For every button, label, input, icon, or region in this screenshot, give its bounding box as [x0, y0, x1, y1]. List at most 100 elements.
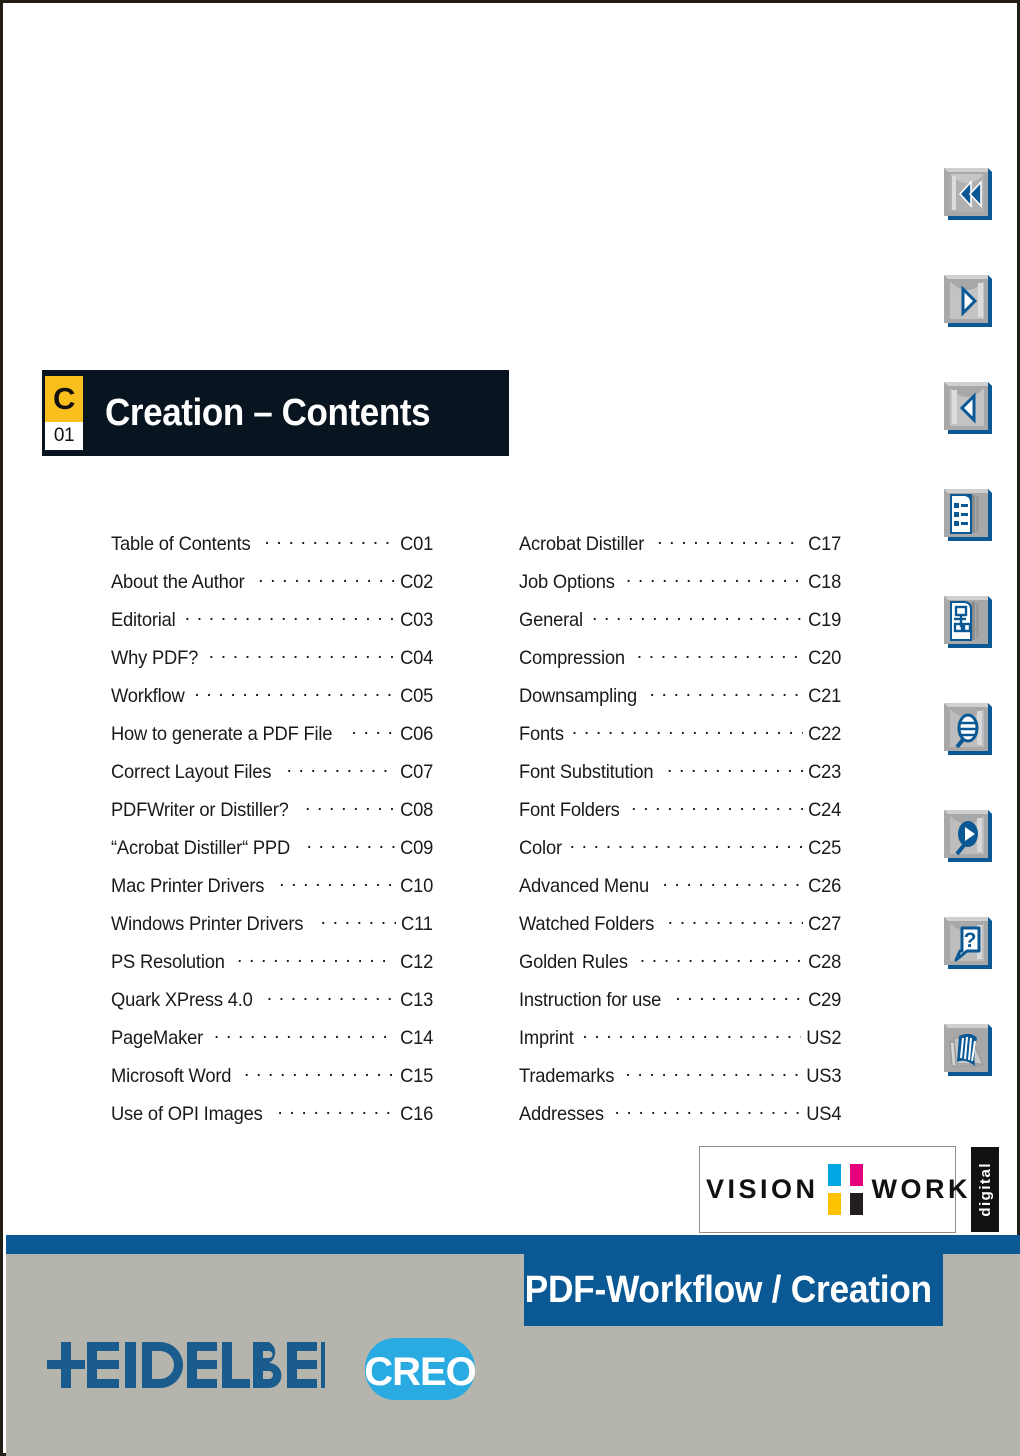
toc-entry[interactable]: Table of Contents C01 [111, 530, 433, 568]
toc-entry[interactable]: Color C25 [519, 834, 841, 872]
toc-entry-page: C01 [399, 532, 433, 555]
toc-entry-page: C18 [807, 570, 841, 593]
toc-entry-label: PDFWriter or Distiller? [111, 798, 289, 821]
toc-entry[interactable]: Compression C20 [519, 644, 841, 682]
toc-dot-leader [286, 758, 394, 778]
toc-entry-page: C25 [807, 836, 841, 859]
toc-entry-label: Correct Layout Files [111, 760, 272, 783]
toc-entry[interactable]: Addresses US4 [519, 1100, 841, 1138]
svg-text:CREO: CREO [364, 1350, 476, 1394]
visionwork-word-left: VISION [706, 1174, 819, 1204]
toc-dot-leader [321, 910, 397, 930]
toc-entry[interactable]: Font Folders C24 [519, 796, 841, 834]
toc-entry-label: Why PDF? [111, 646, 199, 669]
toc-entry-page: C23 [807, 760, 841, 783]
chapter-letter: C [45, 376, 83, 422]
toc-entry[interactable]: Quark XPress 4.0 C13 [111, 986, 433, 1024]
toc-entry[interactable]: Use of OPI Images C16 [111, 1100, 433, 1138]
toc-entry[interactable]: Correct Layout Files C07 [111, 758, 433, 796]
toc-dot-leader [631, 796, 803, 816]
search-again-icon[interactable] [941, 808, 993, 864]
toc-dot-leader [667, 758, 803, 778]
creo-logo: CREO [363, 1335, 477, 1403]
cmyk-dots [827, 1164, 863, 1215]
toc-dot-leader [214, 1024, 395, 1044]
toc-entry[interactable]: Font Substitution C23 [519, 758, 841, 796]
toc-entry[interactable]: Acrobat Distiller C17 [519, 530, 841, 568]
toc-entry-page: C26 [807, 874, 841, 897]
toc-entry-label: Editorial [111, 608, 176, 631]
toc-entry[interactable]: Trademarks US3 [519, 1062, 841, 1100]
toc-dot-leader [264, 530, 394, 550]
toc-dot-leader [277, 1100, 394, 1120]
toc-entry[interactable]: Golden Rules C28 [519, 948, 841, 986]
document-structure-icon[interactable] [941, 594, 993, 650]
toc-entry-label: Workflow [111, 684, 185, 707]
toc-entry-page: US4 [805, 1102, 841, 1125]
toc-entry-page: C04 [399, 646, 433, 669]
toc-entry-label: Windows Printer Drivers [111, 912, 304, 935]
toc-entry[interactable]: Microsoft Word C15 [111, 1062, 433, 1100]
toc-entry[interactable]: Advanced Menu C26 [519, 872, 841, 910]
visionwork-word-right: WORK [871, 1174, 972, 1204]
toc-entry[interactable]: Fonts C22 [519, 720, 841, 758]
toc-dot-leader [675, 986, 803, 1006]
toc-dot-leader [306, 834, 394, 854]
navigation-rail: ? [941, 166, 1001, 1129]
pages-overview-icon[interactable] [941, 1022, 993, 1078]
cmyk-dot-cyan [827, 1164, 841, 1186]
toc-entry-page: C29 [807, 988, 841, 1011]
toc-entry-label: General [519, 608, 583, 631]
toc-dot-leader [657, 530, 803, 550]
toc-entry[interactable]: PS Resolution C12 [111, 948, 433, 986]
toc-dot-leader [237, 948, 395, 968]
toc-entry[interactable]: Watched Folders C27 [519, 910, 841, 948]
toc-column-left: Table of Contents C01 About the Author C02 E… [111, 530, 433, 1138]
toc-entry[interactable]: Instruction for use C29 [519, 986, 841, 1024]
next-page-icon[interactable] [941, 273, 993, 329]
document-page: C 01 Creation – Contents Table of Conten… [0, 0, 1020, 1456]
first-page-icon[interactable] [941, 166, 993, 222]
visionwork-logo-main: VISION WORK [700, 1147, 971, 1232]
toc-entry[interactable]: Mac Printer Drivers C10 [111, 872, 433, 910]
toc-entry[interactable]: PageMaker C14 [111, 1024, 433, 1062]
toc-entry[interactable]: Windows Printer Drivers C11 [111, 910, 433, 948]
previous-page-icon[interactable] [941, 380, 993, 436]
toc-entry-label: PS Resolution [111, 950, 225, 973]
toc-dot-leader [582, 1024, 800, 1044]
toc-entry-label: Job Options [519, 570, 615, 593]
toc-entry-label: Compression [519, 646, 625, 669]
table-of-contents-icon[interactable] [941, 487, 993, 543]
toc-entry-label: Golden Rules [519, 950, 628, 973]
visionwork-digital-label: digital [976, 1162, 994, 1217]
toc-entry-label: Fonts [519, 722, 564, 745]
toc-entry[interactable]: How to generate a PDF File C06 [111, 720, 433, 758]
toc-entry[interactable]: General C19 [519, 606, 841, 644]
toc-entry-page: C27 [807, 912, 841, 935]
toc-entry-label: Font Substitution [519, 760, 654, 783]
toc-entry[interactable]: PDFWriter or Distiller? C08 [111, 796, 433, 834]
toc-entry[interactable]: “Acrobat Distiller“ PPD C09 [111, 834, 433, 872]
toc-entry-label: Font Folders [519, 798, 620, 821]
toc-entry[interactable]: Job Options C18 [519, 568, 841, 606]
toc-entry[interactable]: Workflow C05 [111, 682, 433, 720]
toc-dot-leader [570, 834, 803, 854]
toc-column-right: Acrobat Distiller C17 Job Options C18 Genera… [519, 530, 841, 1138]
toc-entry-label: Instruction for use [519, 988, 662, 1011]
toc-dot-leader [244, 1062, 395, 1082]
toc-entry-page: C10 [399, 874, 433, 897]
page-title: Creation – Contents [105, 391, 431, 434]
help-icon[interactable]: ? [941, 915, 993, 971]
visionwork-digital-tag: digital [971, 1147, 1000, 1232]
toc-entry[interactable]: Editorial C03 [111, 606, 433, 644]
toc-entry-page: C11 [401, 912, 433, 935]
toc-entry[interactable]: About the Author C02 [111, 568, 433, 606]
toc-entry-page: C07 [399, 760, 433, 783]
svg-text:?: ? [964, 929, 977, 952]
search-icon[interactable] [941, 701, 993, 757]
toc-entry[interactable]: Downsampling C21 [519, 682, 841, 720]
toc-entry[interactable]: Imprint US2 [519, 1024, 841, 1062]
toc-entry[interactable]: Why PDF? C04 [111, 644, 433, 682]
toc-dot-leader [279, 872, 395, 892]
toc-entry-page: C03 [399, 608, 433, 631]
